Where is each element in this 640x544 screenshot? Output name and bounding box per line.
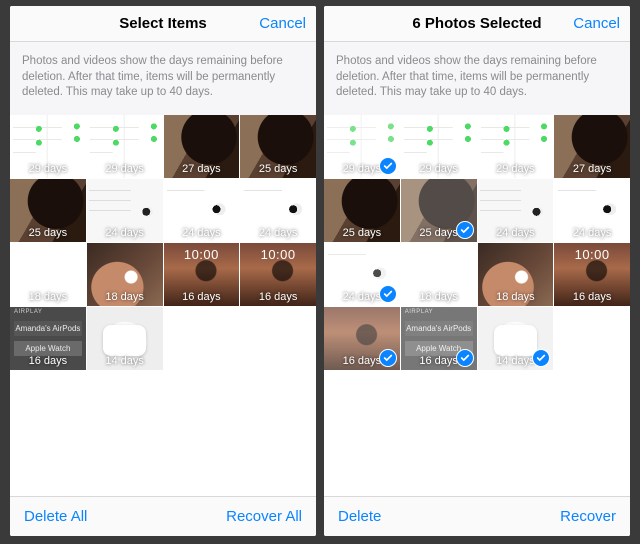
photo-thumbnail[interactable]: 16 days	[324, 307, 400, 370]
navbar: 6 Photos Selected Cancel	[324, 6, 630, 42]
days-label: 29 days	[87, 163, 163, 175]
photo-thumbnail[interactable]: 14 days	[87, 307, 163, 370]
days-label: 24 days	[164, 227, 240, 239]
airplay-header: AIRPLAY	[14, 309, 42, 315]
days-label: 18 days	[478, 291, 554, 303]
delete-all-button[interactable]: Delete All	[24, 508, 87, 525]
days-label: 24 days	[87, 227, 163, 239]
check-icon	[379, 285, 397, 303]
photo-thumbnail[interactable]: 14 days	[478, 307, 554, 370]
photo-thumbnail[interactable]: 29 days	[401, 115, 477, 178]
check-icon	[532, 349, 550, 367]
cancel-button[interactable]: Cancel	[573, 15, 620, 32]
photo-thumbnail[interactable]: 29 days	[87, 115, 163, 178]
info-text: Photos and videos show the days remainin…	[10, 42, 316, 115]
nav-title: 6 Photos Selected	[412, 15, 541, 32]
delete-button[interactable]: Delete	[338, 508, 381, 525]
days-label: 29 days	[10, 163, 86, 175]
photo-thumbnail[interactable]: AIRPLAY Amanda's AirPods Apple Watch 16 …	[10, 307, 86, 370]
photo-thumbnail[interactable]: 25 days	[401, 179, 477, 242]
days-label: 29 days	[401, 163, 477, 175]
photo-thumbnail[interactable]: 27 days	[554, 115, 630, 178]
info-text: Photos and videos show the days remainin…	[324, 42, 630, 115]
photo-thumbnail[interactable]: 24 days	[478, 179, 554, 242]
empty-cell	[164, 307, 240, 370]
cancel-button[interactable]: Cancel	[259, 15, 306, 32]
toolbar: Delete All Recover All	[10, 496, 316, 536]
days-label: 27 days	[164, 163, 240, 175]
nav-title: Select Items	[119, 15, 207, 32]
check-icon	[456, 221, 474, 239]
check-icon	[379, 349, 397, 367]
airplay-item: Amanda's AirPods	[14, 321, 82, 336]
photo-thumbnail[interactable]: 24 days	[240, 179, 316, 242]
days-label: 24 days	[554, 227, 630, 239]
photo-thumbnail[interactable]: 24 days	[554, 179, 630, 242]
photo-thumbnail[interactable]: 29 days	[478, 115, 554, 178]
check-icon	[379, 157, 397, 175]
days-label: 16 days	[554, 291, 630, 303]
photo-thumbnail[interactable]: 24 days	[87, 179, 163, 242]
photo-thumbnail[interactable]: 18 days	[10, 243, 86, 306]
recover-all-button[interactable]: Recover All	[226, 508, 302, 525]
photo-thumbnail[interactable]: 16 days	[164, 243, 240, 306]
photo-thumbnail[interactable]: 29 days	[324, 115, 400, 178]
photo-thumbnail[interactable]: 18 days	[401, 243, 477, 306]
days-label: 24 days	[240, 227, 316, 239]
photo-thumbnail[interactable]: 29 days	[10, 115, 86, 178]
photo-thumbnail[interactable]: 16 days	[240, 243, 316, 306]
photo-thumbnail[interactable]: 18 days	[478, 243, 554, 306]
days-label: 16 days	[164, 291, 240, 303]
photo-thumbnail[interactable]: 24 days	[164, 179, 240, 242]
days-label: 16 days	[10, 355, 86, 367]
photo-thumbnail[interactable]: 25 days	[240, 115, 316, 178]
photo-thumbnail[interactable]: 25 days	[324, 179, 400, 242]
days-label: 25 days	[324, 227, 400, 239]
photo-grid: 29 days 29 days 29 days 27 days 25 days …	[324, 115, 630, 370]
days-label: 29 days	[478, 163, 554, 175]
days-label: 18 days	[401, 291, 477, 303]
photo-thumbnail[interactable]: 16 days	[554, 243, 630, 306]
phone-left: Select Items Cancel Photos and videos sh…	[10, 6, 316, 536]
photo-thumbnail[interactable]: 27 days	[164, 115, 240, 178]
photo-thumbnail[interactable]: 25 days	[10, 179, 86, 242]
photo-thumbnail[interactable]: 24 days	[324, 243, 400, 306]
phone-right: 6 Photos Selected Cancel Photos and vide…	[324, 6, 630, 536]
check-icon	[456, 349, 474, 367]
empty-cell	[554, 307, 630, 370]
toolbar: Delete Recover	[324, 496, 630, 536]
days-label: 14 days	[87, 355, 163, 367]
days-label: 18 days	[10, 291, 86, 303]
days-label: 16 days	[240, 291, 316, 303]
days-label: 25 days	[10, 227, 86, 239]
days-label: 25 days	[240, 163, 316, 175]
recover-button[interactable]: Recover	[560, 508, 616, 525]
airplay-item: Apple Watch	[14, 341, 82, 356]
days-label: 27 days	[554, 163, 630, 175]
navbar: Select Items Cancel	[10, 6, 316, 42]
spacer	[324, 370, 630, 496]
photo-grid: 29 days 29 days 27 days 25 days 25 days …	[10, 115, 316, 370]
airplay-header: AIRPLAY	[405, 309, 433, 315]
photo-thumbnail[interactable]: AIRPLAY Amanda's AirPods Apple Watch 16 …	[401, 307, 477, 370]
airplay-item: Amanda's AirPods	[405, 321, 473, 336]
empty-cell	[240, 307, 316, 370]
days-label: 24 days	[478, 227, 554, 239]
photo-thumbnail[interactable]: 18 days	[87, 243, 163, 306]
days-label: 18 days	[87, 291, 163, 303]
spacer	[10, 370, 316, 496]
